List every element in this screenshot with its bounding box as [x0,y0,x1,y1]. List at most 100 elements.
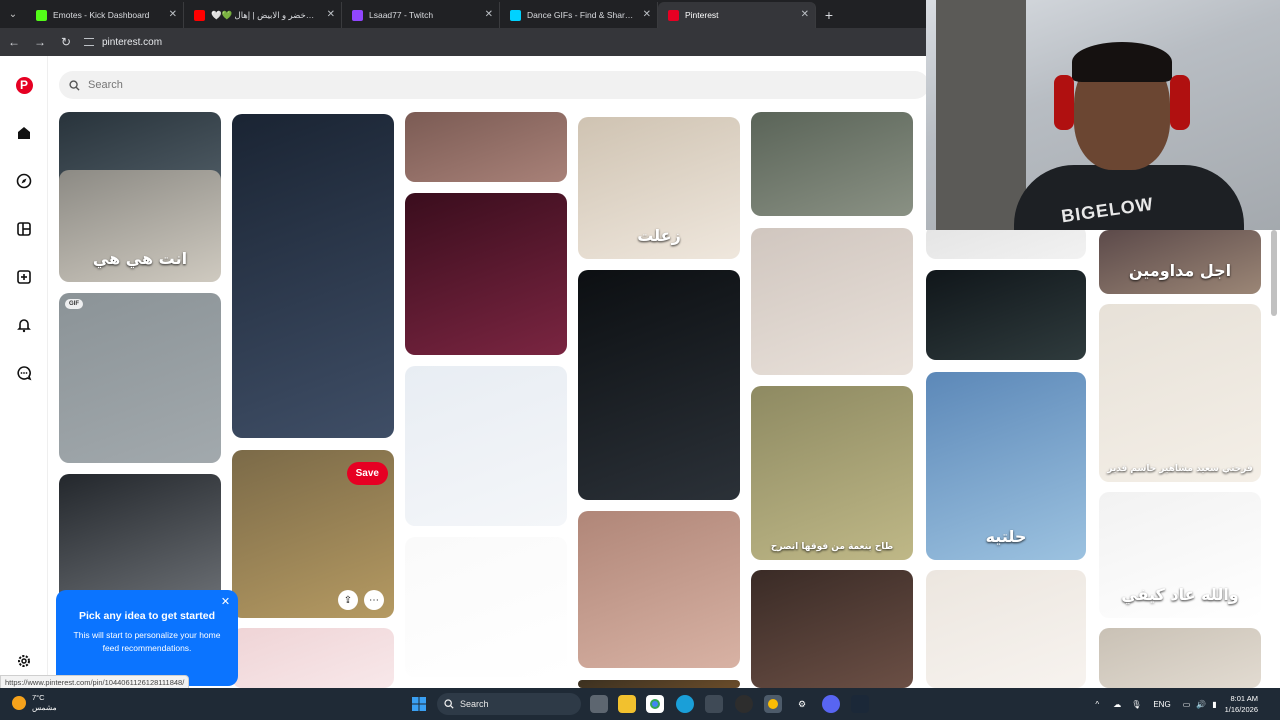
pin-card[interactable] [405,366,567,526]
pin-card[interactable]: طاح بنعمة من فوقها انصرح [751,386,913,560]
volume-icon[interactable]: 🔊 [1196,700,1206,709]
pin-card[interactable] [578,680,740,688]
page-scrollbar[interactable] [1271,230,1277,316]
discord-icon[interactable] [822,695,840,713]
browser-tab[interactable]: Emotes - Kick Dashboard ✕ [26,2,184,28]
pin-card[interactable] [751,570,913,688]
url-text[interactable]: pinterest.com [102,37,162,48]
tray-expand-icon[interactable]: ^ [1095,700,1099,709]
left-nav-rail: P [0,56,48,688]
browser-tab[interactable]: Dance GIFs - Find & Share on G ✕ [500,2,658,28]
store-icon[interactable] [705,695,723,713]
pin-card[interactable]: اجل مداومين [1099,230,1261,294]
tab-favicon-icon [668,9,679,21]
pin-card[interactable] [405,537,567,677]
site-info-icon[interactable] [84,38,94,46]
weather-widget[interactable]: 7°C مشمس [12,693,57,713]
pin-card[interactable] [751,112,913,216]
pin-card[interactable] [578,511,740,668]
task-view-icon[interactable] [590,695,608,713]
tab-favicon-icon [194,9,205,21]
windows-taskbar: 7°C مشمس Search ⚙ ^ ☁ 🎙 ENG ▭ 🔊 ▮ 8:01 A… [0,688,1280,720]
language-indicator[interactable]: ENG [1153,700,1170,709]
messages-icon[interactable] [14,363,34,383]
battery-icon[interactable]: ▮ [1212,700,1216,709]
tab-close-icon[interactable]: ✕ [485,9,493,20]
steam-icon[interactable] [851,695,869,713]
pin-caption: طاح بنعمة من فوقها انصرح [770,542,894,552]
pin-card[interactable]: GIF [59,293,221,463]
tab-title: Pinterest [685,10,719,20]
pin-card[interactable]: زعلت [578,117,740,259]
share-icon[interactable]: ⇪ [338,590,358,610]
pin-card[interactable] [578,270,740,500]
tab-title: Lsaad77 - Twitch [369,10,434,20]
pin-card[interactable] [405,112,567,182]
tab-favicon-icon [352,9,363,21]
browser-tab[interactable]: 🤍💚 رفرف الاخضر و الابيض | إهال ✕ [184,2,342,28]
weather-desc: مشمس [32,703,57,712]
pin-card[interactable] [405,193,567,355]
pin-card[interactable]: فرحتي سعيد مشاهير حاسم قدير [1099,304,1261,482]
search-icon [69,79,80,91]
save-button[interactable]: Save [346,462,388,485]
chrome-active-icon[interactable] [764,695,782,713]
search-bar[interactable] [59,71,926,99]
taskbar-search[interactable]: Search [437,693,581,715]
start-icon[interactable] [410,695,428,713]
pin-card[interactable] [926,230,1086,259]
notifications-icon[interactable] [14,315,34,335]
gif-badge: GIF [65,299,83,309]
mic-icon[interactable]: 🎙 [1131,700,1141,709]
home-icon[interactable] [14,123,34,143]
pin-card[interactable] [926,270,1086,360]
weather-temp: 7°C [32,693,45,702]
onboarding-card[interactable]: ✕ Pick any idea to get started This will… [56,590,238,686]
pin-card[interactable] [926,570,1086,688]
pin-card[interactable]: انت هي هي [59,170,221,282]
tab-close-icon[interactable]: ✕ [801,9,809,20]
close-icon[interactable]: ✕ [219,596,232,609]
display-icon[interactable]: ▭ [1183,700,1191,709]
pinterest-logo[interactable]: P [14,75,34,95]
browser-tab[interactable]: Pinterest ✕ [658,2,816,28]
pin-card[interactable]: حلتيه [926,372,1086,560]
pin-card[interactable] [59,474,221,604]
more-options-icon[interactable]: ⋯ [364,590,384,610]
file-explorer-icon[interactable] [618,695,636,713]
browser-tab[interactable]: Lsaad77 - Twitch ✕ [342,2,500,28]
tab-title: Emotes - Kick Dashboard [53,10,150,20]
headphones-left [1054,75,1074,130]
clock[interactable]: 8:01 AM 1/16/2026 [1225,693,1258,715]
pin-card[interactable]: Save ⇪ ⋯ [232,450,394,618]
address-bar[interactable]: pinterest.com [84,32,162,52]
explore-icon[interactable] [14,171,34,191]
reload-button[interactable]: ↻ [54,30,78,54]
pin-card[interactable] [232,628,394,688]
settings-gear-icon[interactable]: ⚙ [793,695,811,713]
forward-button[interactable]: → [28,30,52,54]
pin-card[interactable]: والله عاد كيفي [1099,492,1261,618]
create-icon[interactable] [14,267,34,287]
search-input[interactable] [88,79,388,91]
tab-close-icon[interactable]: ✕ [169,9,177,20]
back-button[interactable]: ← [2,30,26,54]
headphones-right [1170,75,1190,130]
chrome-icon[interactable] [646,695,664,713]
tab-search-button[interactable]: ⌄ [0,0,26,28]
clock-time: 8:01 AM [1230,694,1258,703]
pin-caption: انت هي هي [92,249,188,268]
boards-icon[interactable] [14,219,34,239]
pin-card[interactable] [1099,628,1261,688]
pin-card[interactable] [232,114,394,438]
obs-icon[interactable] [735,695,753,713]
edge-icon[interactable] [676,695,694,713]
tab-close-icon[interactable]: ✕ [327,9,335,20]
streamer-hair [1072,42,1172,82]
pin-card[interactable] [751,228,913,375]
tab-close-icon[interactable]: ✕ [643,9,651,20]
cloud-icon[interactable]: ☁ [1113,700,1121,709]
settings-icon[interactable] [14,651,34,671]
new-tab-button[interactable]: + [816,2,842,28]
background-shelf [936,0,1026,230]
